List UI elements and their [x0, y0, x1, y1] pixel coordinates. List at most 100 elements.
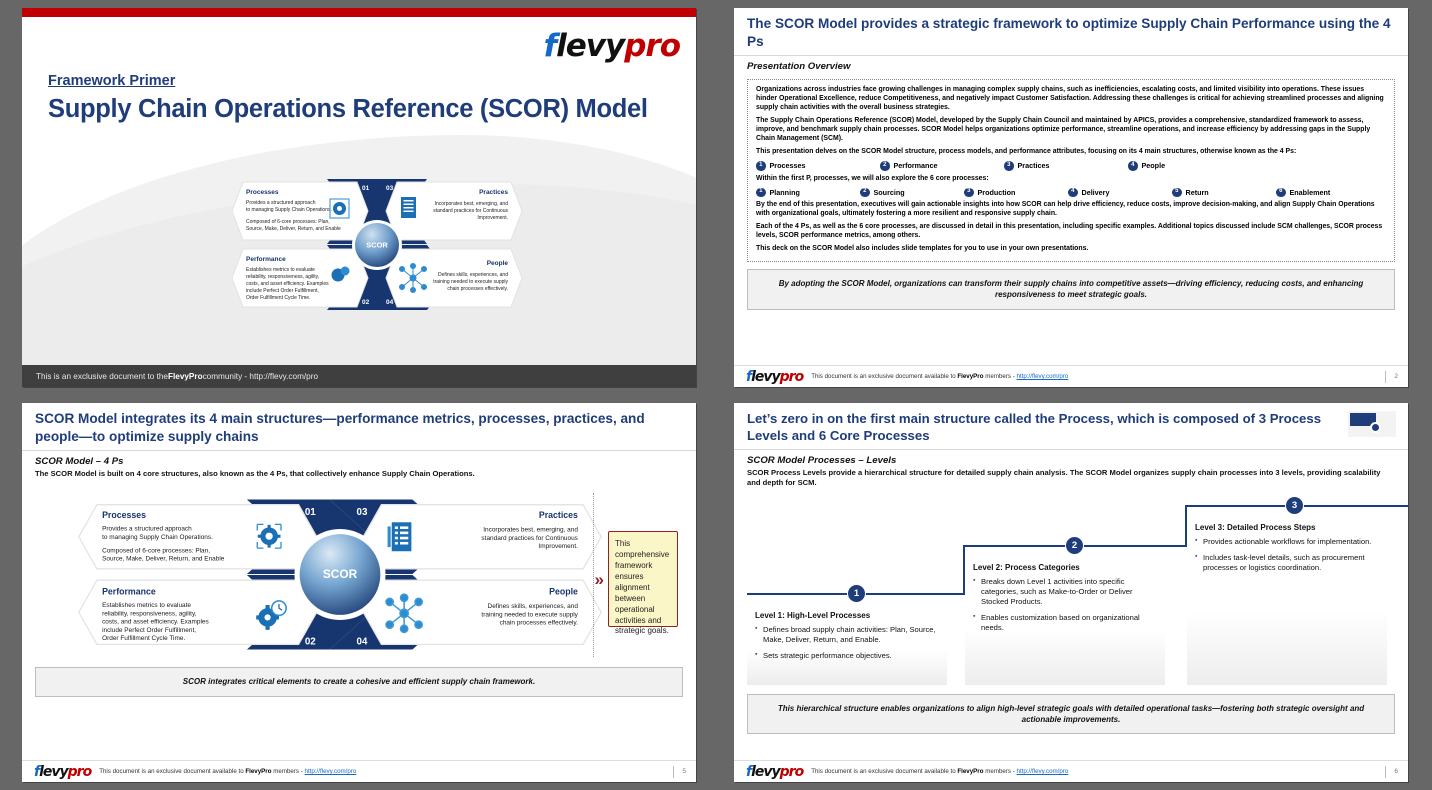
level-badge-number: 3 — [1291, 499, 1298, 511]
chip-number: 4 — [1128, 161, 1138, 171]
svg-text:Source, Make, Deliver, Return,: Source, Make, Deliver, Return, and Enabl… — [246, 226, 341, 232]
flevypro-logo: flevypro — [746, 765, 804, 779]
level-card-3: Level 3: Detailed Process Steps Provides… — [1187, 516, 1387, 685]
footer-link[interactable]: http://flevy.com/pro — [1017, 768, 1069, 775]
svg-text:standard practices for Continu: standard practices for Continuous — [433, 208, 508, 214]
level-badge-2: 2 — [1065, 535, 1084, 555]
slide-cell-2: The SCOR Model provides a strategic fram… — [712, 0, 1424, 395]
slide2-footer: flevypro This document is an exclusive d… — [734, 365, 1408, 387]
overview-paragraph: Organizations across industries face gro… — [756, 86, 1384, 112]
overview-paragraph: This deck on the SCOR Model also include… — [756, 244, 1089, 252]
chip-label: Enablement — [1289, 187, 1331, 197]
four-ps-chip-row: 1 Processes 2 Performance 3 Practices 4 Peop… — [756, 161, 1386, 171]
footer-brand: FlevyPro — [957, 768, 984, 775]
list-item: Enables customization based on organizat… — [973, 612, 1157, 633]
page-number-wrap: 5 — [673, 765, 686, 778]
presentation-overview-box: Organizations across industries face gro… — [747, 79, 1395, 262]
footer-mid: members - — [271, 768, 305, 775]
chip-number: 5 — [1172, 187, 1182, 198]
level-card-title: Level 3: Detailed Process Steps — [1195, 522, 1316, 532]
svg-text:02: 02 — [362, 299, 370, 306]
slide5-subhead: SCOR Model – 4 Ps — [35, 456, 124, 468]
slide6-footer: flevypro This document is an exclusive d… — [734, 760, 1408, 782]
slide-4ps[interactable]: SCOR Model integrates its 4 main structu… — [22, 403, 696, 782]
chip-number: 3 — [1004, 161, 1014, 171]
list-item: Breaks down Level 1 activities into spec… — [973, 575, 1157, 607]
svg-text:to managing Supply Chain Opera: to managing Supply Chain Operations. — [246, 207, 332, 213]
slide6-subhead: SCOR Model Processes – Levels — [747, 455, 897, 467]
slide6-leadin: SCOR Process Levels provide a hierarchic… — [747, 468, 1381, 488]
chip-production: 3 Production — [964, 187, 1068, 198]
slide-overview[interactable]: The SCOR Model provides a strategic fram… — [734, 8, 1408, 387]
logo-levy: levy — [751, 368, 781, 385]
flevypro-logo: flevypro — [543, 28, 681, 64]
chip-processes: 1 Processes — [756, 161, 880, 171]
cover-top-red-bar — [22, 8, 696, 17]
svg-text:SCOR: SCOR — [366, 241, 388, 250]
page-number: 5 — [682, 768, 686, 775]
slide5-footer: flevypro This document is an exclusive d… — [22, 760, 696, 782]
framework-callout-box: This comprehensive framework ensures ali… — [608, 531, 678, 635]
page-divider — [1385, 370, 1387, 383]
list-item: Sets strategic performance objectives. — [755, 650, 939, 661]
level-card-2: Level 2: Process Categories Breaks down … — [965, 556, 1165, 685]
footer-link[interactable]: http://flevy.com/pro — [1017, 373, 1069, 380]
footer-brand: FlevyPro — [957, 373, 984, 380]
slide-process-levels[interactable]: Let’s zero in on the first main structur… — [734, 403, 1408, 782]
flevypro-logo: flevypro — [746, 368, 805, 385]
chip-delivery: 4 Delivery — [1068, 187, 1172, 198]
page-title: The SCOR Model provides a strategic fram… — [747, 16, 1391, 49]
scor-4ps-diagram-cover: SCOR 01 02 03 04 Processes Provides a st… — [231, 179, 523, 310]
chip-enablement: 6 Enablement — [1276, 187, 1331, 198]
chip-number: 1 — [756, 187, 766, 198]
page-divider — [1385, 765, 1387, 778]
footer-pre: This document is an exclusive document a… — [99, 768, 246, 775]
chip-label: Practices — [1017, 161, 1050, 171]
svg-text:costs, and asset efficiency. E: costs, and asset efficiency. Examples — [246, 281, 329, 287]
footer-link[interactable]: http://flevy.com/pro — [305, 768, 357, 775]
overview-paragraph: This presentation delves on the SCOR Mod… — [756, 148, 1297, 156]
overview-paragraph: By the end of this presentation, executi… — [756, 201, 1375, 218]
svg-text:Improvement.: Improvement. — [477, 215, 508, 221]
chip-people: 4 People — [1128, 161, 1252, 171]
level-badge-1: 1 — [847, 583, 866, 603]
svg-text:Order Fulfillment Cycle Time.: Order Fulfillment Cycle Time. — [246, 295, 310, 301]
slide-cell-5: SCOR Model integrates its 4 main structu… — [0, 395, 712, 790]
slide6-header: Let’s zero in on the first main structur… — [734, 403, 1408, 451]
chip-number: 6 — [1276, 187, 1286, 198]
logo-f: f — [543, 28, 557, 64]
footer-mid: members - — [983, 768, 1017, 775]
slide6-takeaway: This hierarchical structure enables orga… — [747, 693, 1395, 735]
page-divider — [673, 765, 675, 778]
level-badge-number: 2 — [1071, 539, 1078, 551]
slide-thumbnail-icon — [1348, 411, 1396, 437]
logo-pro: pro — [779, 368, 805, 385]
slide-cell-1: flevypro Framework Primer Supply Chain O… — [0, 0, 712, 395]
footer-pre: This document is an exclusive document a… — [811, 373, 958, 380]
logo-pro: pro — [624, 28, 681, 64]
diagram-dotted-divider — [47, 493, 594, 658]
svg-text:Establishes metrics to evaluat: Establishes metrics to evaluate — [246, 267, 315, 273]
chip-performance: 2 Performance — [880, 161, 1004, 171]
process-levels-diagram: 1 2 3 Level 1: High-Level Processes Defi… — [747, 493, 1408, 688]
chip-number: 2 — [880, 161, 890, 171]
cover-kicker: Framework Primer — [48, 73, 176, 89]
slide5-takeaway: SCOR integrates critical elements to cre… — [35, 667, 683, 697]
svg-text:chain processes effectively.: chain processes effectively. — [447, 286, 508, 292]
svg-text:04: 04 — [386, 299, 394, 306]
page-number-wrap: 6 — [1385, 765, 1398, 778]
chip-label: People — [1141, 161, 1166, 171]
level-card-title: Level 2: Process Categories — [973, 562, 1080, 572]
svg-text:People: People — [487, 260, 509, 267]
slide-cover[interactable]: flevypro Framework Primer Supply Chain O… — [22, 8, 696, 387]
slide-grid: flevypro Framework Primer Supply Chain O… — [0, 0, 1432, 790]
footer-mid: members - — [983, 373, 1017, 380]
cover-footer-post: community - http://flevy.com/pro — [202, 371, 318, 381]
chip-label: Production — [977, 187, 1016, 197]
svg-text:Composed of 6-core processes:: Composed of 6-core processes: Plan, — [246, 219, 330, 225]
slide2-header: The SCOR Model provides a strategic fram… — [734, 8, 1408, 57]
level-card-title: Level 1: High-Level Processes — [755, 610, 871, 620]
chip-sourcing: 2 Sourcing — [860, 187, 964, 198]
cover-body: flevypro Framework Primer Supply Chain O… — [22, 17, 696, 365]
slide5-header: SCOR Model integrates its 4 main structu… — [22, 403, 696, 452]
